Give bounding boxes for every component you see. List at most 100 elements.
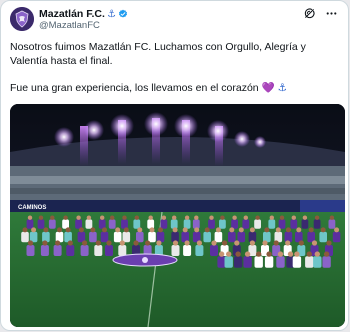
person-body (214, 231, 223, 243)
person-body (105, 245, 113, 256)
author-display-name[interactable]: Mazatlán F.C. (39, 8, 105, 20)
person-head (119, 240, 125, 246)
person-body (319, 231, 327, 243)
person-head (243, 215, 248, 220)
person-head (194, 215, 199, 220)
person-head (279, 215, 285, 220)
grok-icon[interactable] (303, 7, 316, 20)
person-body (75, 219, 82, 229)
person-body (80, 245, 89, 256)
person-head (320, 227, 326, 233)
person-body (242, 219, 250, 229)
person-head (122, 215, 127, 220)
person-head (172, 215, 177, 220)
person-head (50, 215, 55, 220)
person-head (27, 240, 34, 246)
person-head (329, 215, 335, 220)
person-head (100, 215, 105, 220)
person-body (276, 256, 285, 268)
person-body (254, 219, 261, 229)
club-crest-icon (10, 7, 34, 31)
person-head (137, 227, 143, 233)
person-body (183, 219, 191, 229)
person-body (237, 231, 246, 243)
person-head (262, 240, 268, 246)
tweet-card[interactable]: Mazatlán F.C. ⚓ @MazatlanFC Nosotros fui… (0, 0, 349, 331)
person-head (182, 227, 188, 233)
person-head (158, 227, 163, 233)
person-head (255, 215, 260, 220)
tweet-text-line-2: Fue una gran experiencia, los llevamos e… (10, 82, 259, 94)
person-body (332, 231, 341, 243)
person-body (113, 231, 122, 243)
person-body (313, 219, 321, 229)
person-body (66, 245, 75, 256)
person-head (296, 227, 302, 233)
person-head (306, 251, 312, 257)
person-head (314, 251, 320, 257)
anchor-icon: ⚓ (106, 8, 116, 20)
person-head (249, 227, 255, 233)
person-head (149, 227, 155, 233)
purple-heart-icon: 💜 (261, 82, 275, 94)
person-head (106, 240, 112, 246)
person-head (235, 251, 241, 257)
person-head (123, 227, 129, 233)
person-head (43, 227, 49, 233)
person-head (57, 227, 62, 233)
person-head (22, 227, 28, 233)
tweet-text-paragraph-2: Fue una gran experiencia, los llevamos e… (10, 82, 340, 96)
person-body (160, 219, 168, 229)
person-head (220, 215, 225, 220)
avatar[interactable] (10, 7, 34, 31)
stadium-sponsor-text: CAMINOS (18, 205, 46, 211)
person-body (89, 231, 97, 243)
person-body (108, 219, 116, 229)
person-head (291, 215, 296, 220)
person-head (323, 251, 330, 257)
person-body (133, 219, 141, 229)
person-head (215, 227, 221, 233)
person-body (26, 219, 34, 229)
person-body (322, 256, 331, 268)
person-head (308, 227, 314, 233)
person-head (298, 240, 304, 246)
person-body (26, 245, 35, 256)
person-body (121, 219, 128, 229)
person-body (170, 219, 178, 229)
person-body (328, 219, 336, 229)
person-head (234, 240, 240, 246)
person-head (211, 240, 217, 246)
person-head (275, 227, 281, 233)
person-head (232, 215, 237, 220)
person-body (98, 219, 106, 229)
person-head (148, 215, 153, 220)
person-head (86, 215, 92, 220)
person-head (76, 215, 81, 220)
person-body (195, 245, 204, 256)
person-head (63, 215, 68, 220)
person-head (156, 240, 162, 246)
person-head (42, 240, 48, 246)
person-head (269, 215, 274, 220)
person-body (305, 256, 314, 268)
person-head (78, 227, 84, 233)
person-body (233, 256, 243, 268)
tweet-actions (303, 7, 338, 20)
author-name-row[interactable]: Mazatlán F.C. ⚓ (39, 8, 128, 20)
more-options-icon[interactable] (325, 7, 338, 20)
person-head (95, 240, 101, 246)
team-group-photo: CAMINOS (10, 104, 345, 327)
person-head (326, 240, 332, 246)
person-body (313, 256, 322, 268)
person-head (145, 240, 151, 246)
person-head (256, 251, 262, 257)
person-body (21, 231, 29, 243)
person-head (172, 227, 178, 233)
person-body (254, 256, 263, 268)
person-head (314, 215, 320, 220)
author-handle[interactable]: @MazatlanFC (39, 20, 100, 31)
person-head (134, 215, 139, 220)
person-body (290, 219, 298, 229)
tweet-photo[interactable]: CAMINOS (10, 104, 345, 327)
